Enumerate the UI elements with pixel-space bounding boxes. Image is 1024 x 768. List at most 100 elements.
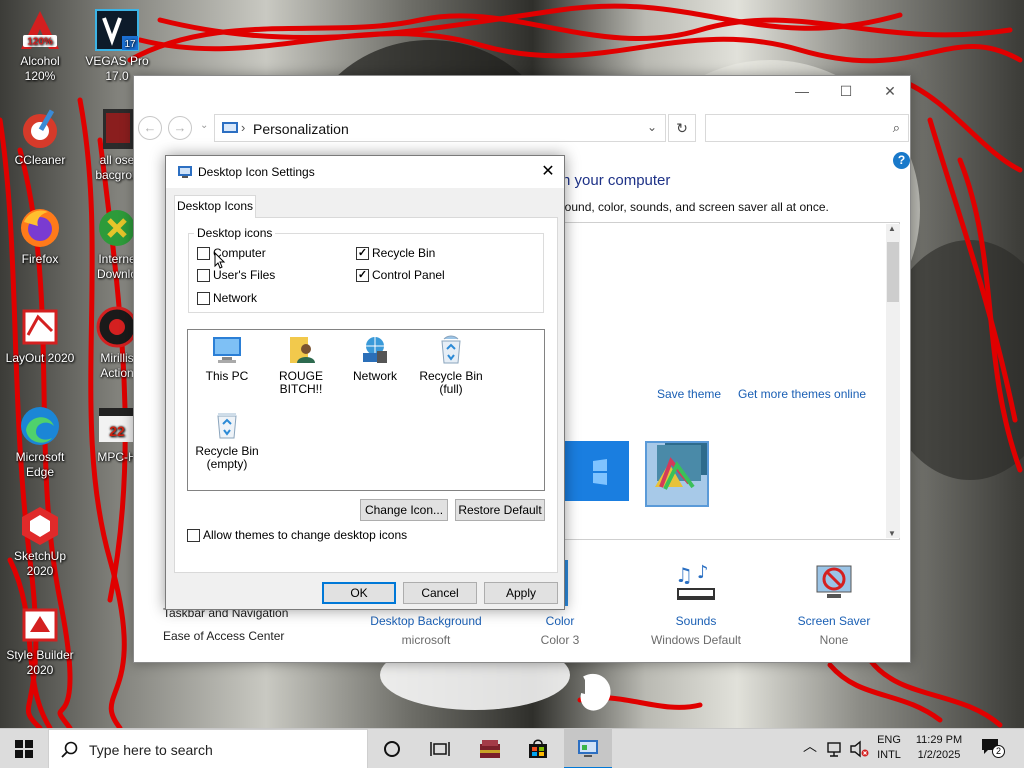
ok-button[interactable]: OK [322,582,396,604]
preview-user-folder[interactable]: ROUGE BITCH!! [262,334,340,396]
start-button[interactable] [0,729,48,768]
task-view-button[interactable] [416,729,464,768]
sounds-value: Windows Default [650,633,742,647]
search-control-panel-input[interactable]: ⌕ [705,114,909,142]
control-panel-icon [221,121,239,138]
this-pc-icon [209,334,245,366]
link-ease-of-access-center[interactable]: Ease of Access Center [163,629,284,643]
action-center-button[interactable]: 2 [980,737,1006,761]
close-button[interactable]: ✕ [868,76,912,106]
preview-label: This PC [205,369,249,383]
address-bar[interactable]: › Personalization ⌄ [214,114,666,142]
svg-text:♪: ♪ [697,562,709,583]
desktop-icon-settings-icon [177,164,193,183]
preview-network[interactable]: Network [336,334,414,383]
show-hidden-icons-chevron-icon[interactable]: ︿ [803,739,817,754]
input-language-indicator[interactable]: ENG INTL [872,733,906,763]
preview-recycle-bin-full[interactable]: Recycle Bin (full) [412,334,490,396]
theme-custom-thumbnail[interactable] [645,437,709,507]
dialog-close-icon[interactable]: ✕ [532,156,564,188]
taskbar-app-control-panel[interactable] [564,729,612,768]
taskbar-search-box[interactable]: Type here to search [48,729,368,768]
desktop-icon-label: Firefox [21,252,59,266]
language-line-2: INTL [877,749,901,761]
microsoft-store-icon [529,739,547,758]
minimize-button[interactable]: — [780,76,824,106]
checkbox-label: Network [213,291,258,305]
svg-text:120%: 120% [27,37,53,48]
sounds-icon: ♫ ♪ [644,560,748,606]
desktop-icon-alcohol-120[interactable]: 120% Alcohol 120% [0,8,80,84]
network-status-icon[interactable] [826,740,844,758]
volume-muted-icon[interactable] [849,740,869,758]
more-themes-link[interactable]: Get more themes online [738,387,866,401]
scroll-down-icon[interactable]: ▼ [888,529,896,538]
desktop-background-item[interactable]: Desktop Background microsoft [366,614,486,647]
themes-scrollbar[interactable]: ▲ ▼ [886,224,900,538]
checkbox-network[interactable]: Network [197,291,257,305]
preview-this-pc[interactable]: This PC [188,334,266,383]
control-panel-icon [578,740,598,757]
checkbox-box[interactable]: ✓ [356,268,369,282]
screen-saver-item[interactable]: Screen Saver None [784,560,884,647]
checkbox-allow-themes[interactable]: Allow themes to change desktop icons [187,528,407,542]
clock-time: 11:29 PM [915,734,963,746]
help-icon[interactable]: ? [893,152,910,169]
desktop-icon-settings-dialog: Desktop Icon Settings ✕ Desktop Icons De… [165,155,565,610]
restore-default-button[interactable]: Restore Default [455,499,545,521]
checkbox-recycle-bin[interactable]: ✓ Recycle Bin [356,246,435,260]
desktop-icon-layout[interactable]: LayOut 2020 [0,305,80,366]
back-button[interactable]: ← [138,116,162,140]
recycle-bin-empty-icon [209,409,245,441]
desktop-icon-edge[interactable]: Microsoft Edge [0,404,80,480]
forward-button[interactable]: → [168,116,192,140]
taskbar-app-winrar[interactable] [466,729,514,768]
sounds-item[interactable]: ♫ ♪ Sounds Windows Default [644,560,748,647]
checkbox-box[interactable] [197,246,210,260]
checkbox-label: Recycle Bin [372,246,436,260]
desktop-icon-style-builder[interactable]: Style Builder 2020 [0,602,80,678]
recycle-bin-full-icon [433,334,469,366]
svg-text:17: 17 [124,39,136,50]
recent-locations-chevron-icon[interactable]: ⌄ [200,120,208,131]
checkbox-users-files[interactable]: User's Files [197,268,275,282]
save-theme-link[interactable]: Save theme [657,387,721,401]
refresh-button[interactable]: ↻ [668,114,696,142]
maximize-button[interactable]: ☐ [824,76,868,106]
desktop-icon-label: Style Builder 2020 [6,648,74,677]
screen-saver-label: Screen Saver [797,614,871,628]
clock[interactable]: 11:29 PM 1/2/2025 [906,733,972,763]
desktop-icon-firefox[interactable]: Firefox [0,206,80,267]
checkbox-control-panel[interactable]: ✓ Control Panel [356,268,445,282]
checkbox-box[interactable] [187,528,200,542]
search-icon [61,741,78,758]
desktop-icon-label: CCleaner [14,153,66,167]
cortana-button[interactable] [368,729,416,768]
breadcrumb-personalization[interactable]: Personalization [253,121,349,137]
scroll-up-icon[interactable]: ▲ [888,224,896,233]
dialog-titlebar[interactable]: Desktop Icon Settings ✕ [166,156,564,188]
taskbar-app-store[interactable] [514,729,562,768]
change-icon-button[interactable]: Change Icon... [360,499,448,521]
address-dropdown-chevron-icon[interactable]: ⌄ [647,120,657,134]
scrollbar-thumb[interactable] [887,242,899,302]
checkbox-box[interactable] [197,291,210,305]
checkbox-box[interactable] [197,268,210,282]
desktop-icon-vegas-pro[interactable]: 17 VEGAS Pro 17.0 [77,8,157,84]
desktop-icon-label: Microsoft Edge [15,450,65,479]
tab-desktop-icons[interactable]: Desktop Icons [174,195,256,218]
cancel-button[interactable]: Cancel [403,582,477,604]
color-label: Color [545,614,575,628]
desktop-icon-ccleaner[interactable]: CCleaner [0,107,80,168]
mouse-cursor-icon [214,252,226,269]
preview-recycle-bin-empty[interactable]: Recycle Bin (empty) [188,409,266,471]
edge-icon [16,404,64,448]
checkbox-computer[interactable]: Computer [197,246,266,260]
preview-label: Network [352,369,397,383]
theme-windows-thumbnail[interactable] [563,441,629,501]
apply-button[interactable]: Apply [484,582,558,604]
checkbox-box[interactable]: ✓ [356,246,369,260]
checkbox-label: Allow themes to change desktop icons [203,528,408,542]
desktop-icon-sketchup[interactable]: SketchUp 2020 [0,503,80,579]
screen-saver-icon [784,560,884,606]
